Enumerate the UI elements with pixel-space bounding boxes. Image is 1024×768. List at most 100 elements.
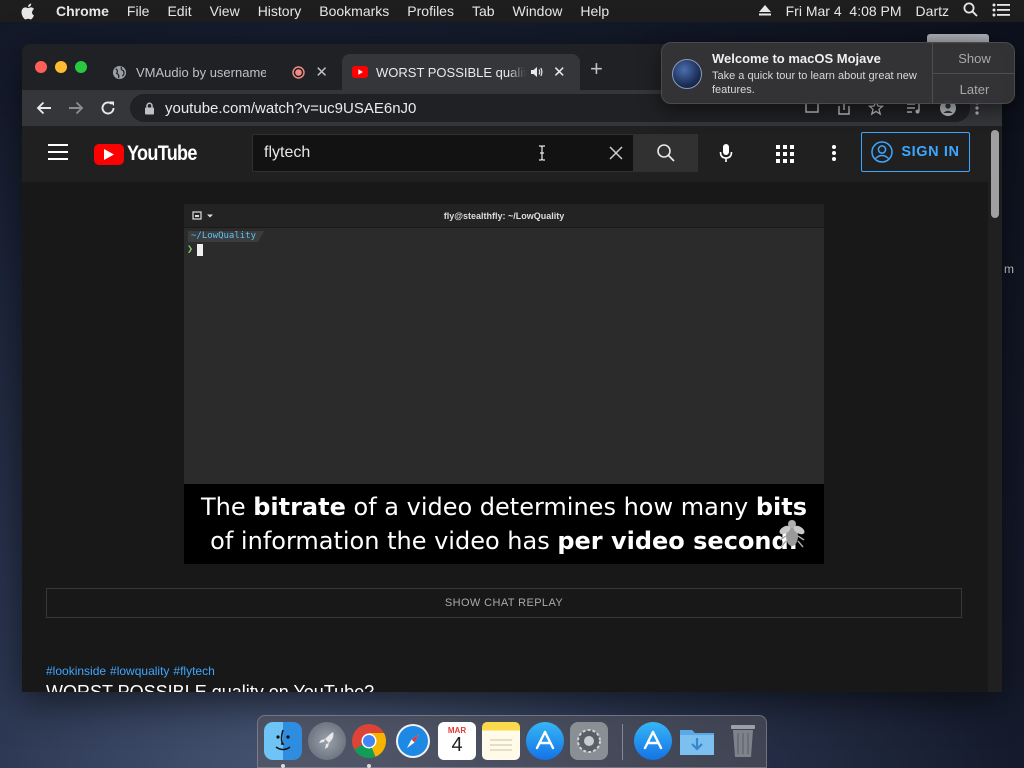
trash-icon[interactable]	[724, 722, 762, 760]
system-notification[interactable]: Welcome to macOS Mojave Take a quick tou…	[661, 42, 1015, 104]
globe-icon	[112, 65, 127, 80]
lock-icon[interactable]	[144, 102, 155, 115]
tab-audio-playing-icon[interactable]	[530, 66, 543, 78]
hamburger-menu-icon[interactable]	[48, 144, 68, 160]
page-scrollbar[interactable]	[988, 126, 1002, 692]
notification-body: Take a quick tour to learn about great n…	[712, 70, 917, 96]
notification-title: Welcome to macOS Mojave	[712, 51, 881, 66]
macos-mojave-icon	[672, 59, 702, 89]
menu-bookmarks[interactable]: Bookmarks	[310, 0, 398, 22]
forward-button[interactable]	[66, 98, 86, 118]
youtube-logo-text: YouTube	[127, 142, 197, 165]
menu-profiles[interactable]: Profiles	[398, 0, 463, 22]
youtube-apps-icon[interactable]	[776, 145, 794, 163]
menu-history[interactable]: History	[249, 0, 311, 22]
menu-tab[interactable]: Tab	[463, 0, 504, 22]
text-cursor-icon	[537, 145, 547, 166]
spotlight-search-icon[interactable]	[963, 2, 978, 20]
tab-title: VMAudio by usernamee	[136, 64, 267, 80]
downloads-folder-icon[interactable]	[678, 722, 716, 760]
window-minimize-button[interactable]	[55, 61, 67, 73]
voice-search-button[interactable]	[712, 138, 740, 168]
apple-menu-icon[interactable]	[20, 3, 36, 20]
menu-view[interactable]: View	[201, 0, 249, 22]
youtube-logo[interactable]: YouTube	[94, 142, 208, 166]
tab-title: WORST POSSIBLE quality o	[376, 64, 526, 80]
window-close-button[interactable]	[35, 61, 47, 73]
terminal-prompt: ❯	[187, 244, 194, 255]
caption-line-2: of information the video has per video s…	[184, 524, 824, 558]
finder-icon[interactable]	[264, 722, 302, 760]
calendar-icon[interactable]: MAR 4	[438, 722, 476, 760]
caption-segment-bold: bitrate	[253, 493, 346, 521]
hashtag-link[interactable]: #flytech	[173, 664, 214, 678]
terminal-title: fly@stealthfly: ~/LowQuality	[443, 211, 565, 221]
tab-vmaudio[interactable]: VMAudio by usernamee ✕	[102, 54, 338, 90]
terminal-path: ~/LowQuality	[188, 231, 265, 242]
more-options-icon[interactable]	[830, 143, 838, 163]
menu-file[interactable]: File	[118, 0, 159, 22]
launchpad-icon[interactable]	[308, 722, 346, 760]
youtube-masthead: YouTube flytech SIGN IN	[22, 126, 988, 182]
tab-close-icon[interactable]: ✕	[315, 63, 328, 81]
hashtags: #lookinside #lowquality #flytech	[46, 664, 219, 678]
video-player[interactable]: fly@stealthfly: ~/LowQuality ~/LowQualit…	[184, 204, 824, 564]
recording-indicator-icon	[292, 65, 306, 79]
youtube-favicon-icon	[352, 66, 368, 78]
back-button[interactable]	[34, 98, 54, 118]
chrome-window: VMAudio by usernamee ✕ WORST POSSIBLE qu…	[22, 44, 1002, 692]
calendar-day: 4	[451, 733, 463, 756]
reload-button[interactable]	[98, 98, 118, 118]
microphone-icon	[719, 144, 733, 162]
caption-segment: of information the video has	[210, 527, 558, 555]
notification-later-button[interactable]: Later	[933, 74, 1014, 103]
notes-icon[interactable]	[482, 722, 520, 760]
menu-app-name[interactable]: Chrome	[50, 0, 118, 22]
search-button[interactable]	[634, 134, 698, 172]
background-window-text: m	[1004, 262, 1014, 276]
new-tab-button[interactable]: +	[590, 58, 603, 80]
url-text: youtube.com/watch?v=uc9USAE6nJ0	[165, 99, 417, 117]
tab-close-icon[interactable]: ✕	[553, 63, 566, 81]
caption-segment-bold: per video second.	[557, 527, 798, 555]
app-store-icon[interactable]	[634, 722, 672, 760]
menu-window[interactable]: Window	[504, 0, 572, 22]
dock: MAR 4	[257, 715, 767, 768]
youtube-page: YouTube flytech SIGN IN fly@stealthfly: …	[22, 126, 1002, 692]
menu-edit[interactable]: Edit	[158, 0, 200, 22]
chrome-icon[interactable]	[350, 722, 388, 760]
search-input[interactable]	[264, 144, 564, 162]
search-input-container[interactable]	[252, 134, 634, 172]
safari-icon[interactable]	[394, 722, 432, 760]
running-indicator	[281, 764, 285, 768]
hashtag-link[interactable]: #lookinside	[46, 664, 106, 678]
video-frame-terminal: fly@stealthfly: ~/LowQuality ~/LowQualit…	[184, 204, 824, 484]
search-icon	[657, 144, 675, 162]
show-chat-replay-button[interactable]: SHOW CHAT REPLAY	[46, 588, 962, 618]
sign-in-label: SIGN IN	[901, 144, 960, 160]
terminal-cursor	[197, 244, 203, 256]
caption-segment: The	[200, 493, 254, 521]
menubar-user[interactable]: Dartz	[916, 3, 949, 19]
tab-youtube-video[interactable]: WORST POSSIBLE quality o ✕	[342, 54, 580, 90]
menu-help[interactable]: Help	[571, 0, 618, 22]
video-title: WORST POSSIBLE quality on YouTube?	[46, 682, 375, 692]
menubar-clock[interactable]: Fri Mar 4 4:08 PM	[786, 3, 902, 19]
dock-separator	[622, 724, 623, 760]
system-preferences-icon[interactable]	[570, 722, 608, 760]
window-zoom-button[interactable]	[75, 61, 87, 73]
caption-segment: of a video determines how many	[345, 493, 756, 521]
video-caption: The bitrate of a video determines how ma…	[184, 484, 824, 564]
notification-show-button[interactable]: Show	[933, 43, 1014, 74]
running-indicator	[367, 764, 371, 768]
notification-actions: Show Later	[932, 43, 1014, 103]
terminal-titlebar: fly@stealthfly: ~/LowQuality	[184, 204, 824, 228]
caption-line-1: The bitrate of a video determines how ma…	[184, 490, 824, 524]
app-store-icon[interactable]	[526, 722, 564, 760]
clear-search-icon[interactable]	[609, 146, 623, 165]
hashtag-link[interactable]: #lowquality	[110, 664, 169, 678]
notification-center-icon[interactable]	[992, 3, 1010, 20]
sign-in-button[interactable]: SIGN IN	[861, 132, 970, 172]
scrollbar-thumb[interactable]	[991, 130, 999, 218]
eject-icon[interactable]	[758, 3, 772, 19]
